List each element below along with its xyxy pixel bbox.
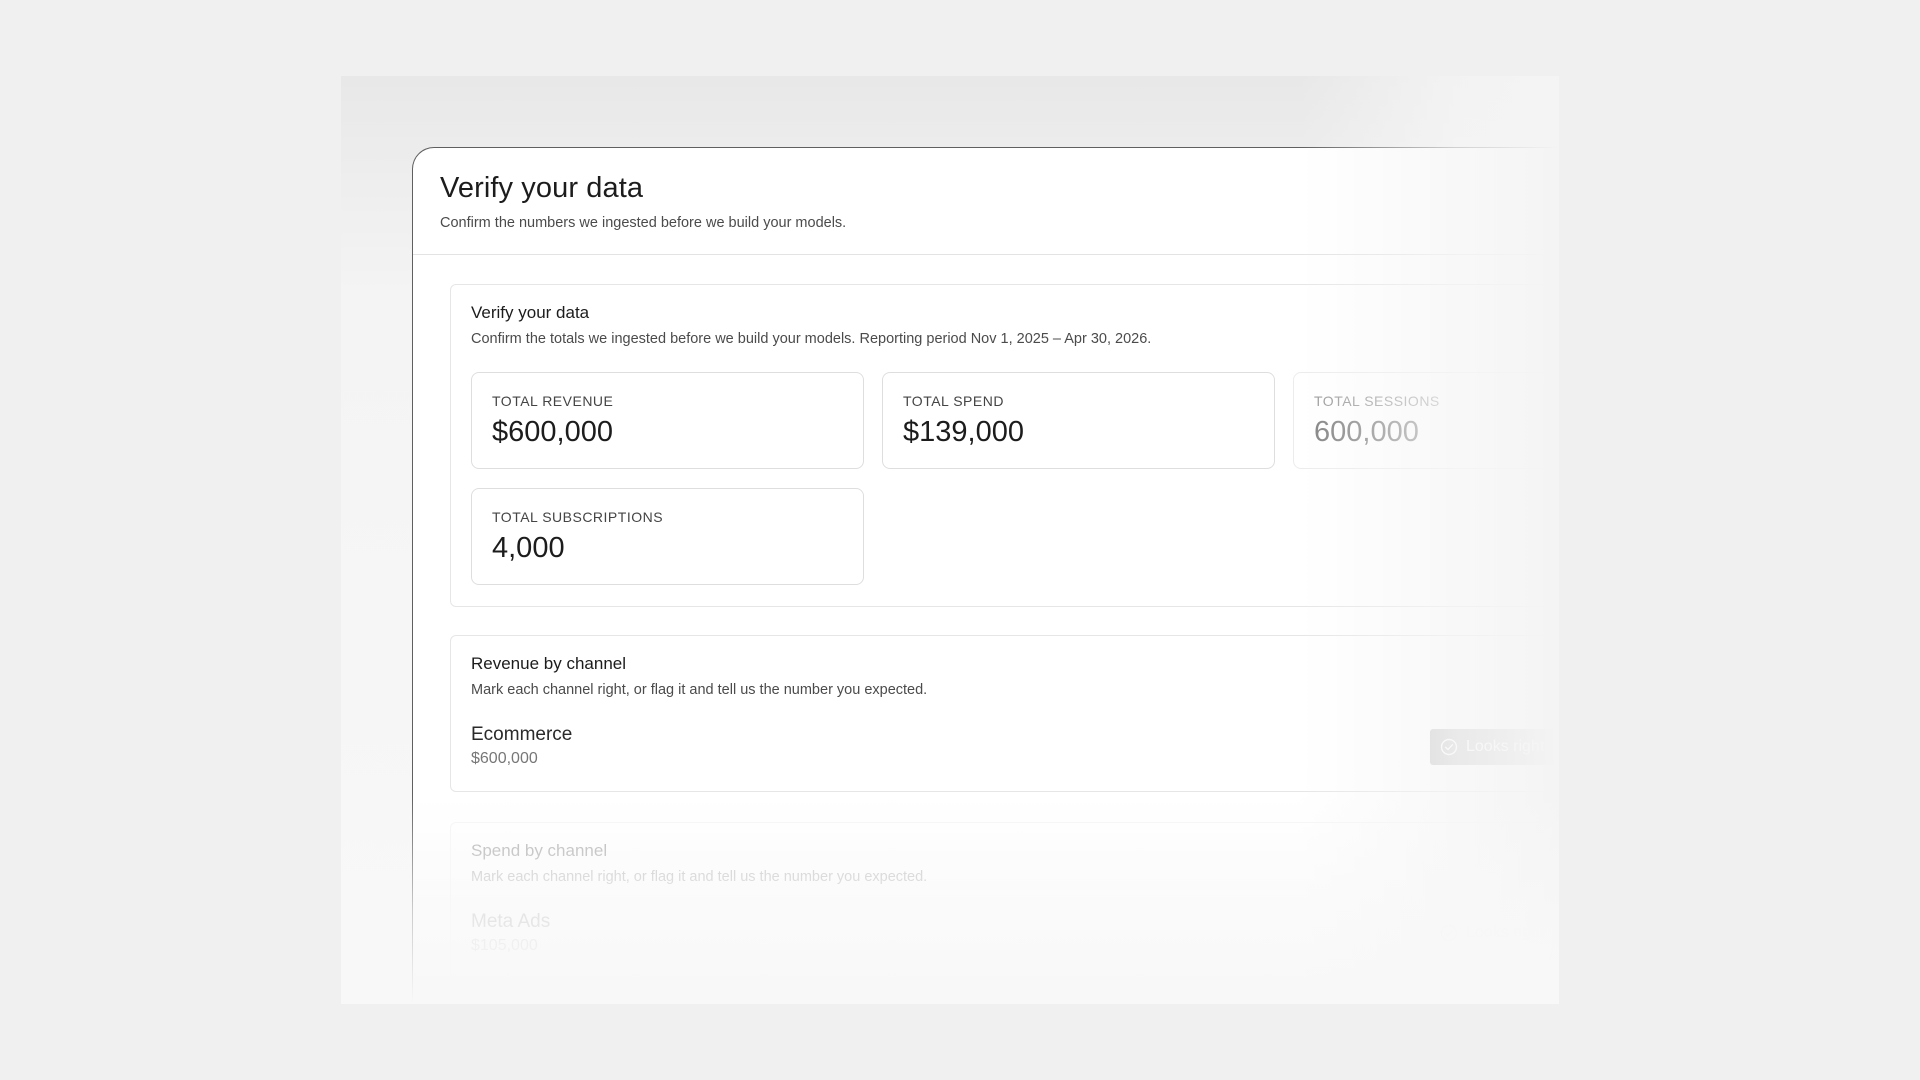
channel-name: Ecommerce xyxy=(471,724,573,745)
looks-right-button[interactable]: Looks right xyxy=(1430,729,1559,765)
channel-row: Ecommerce $600,000 xyxy=(471,724,572,768)
check-circle-icon xyxy=(1440,924,1458,942)
metric-label: TOTAL SUBSCRIPTIONS xyxy=(492,509,664,525)
channel-name: Meta Ads xyxy=(471,911,551,932)
metric-value: $139,000 xyxy=(903,416,1024,448)
app-window: Verify your data Confirm the numbers we … xyxy=(412,147,1559,1004)
page-header: Verify your data Confirm the numbers we … xyxy=(413,148,1559,255)
metric-value: 600,000 xyxy=(1314,416,1419,448)
channel-value: $600,000 xyxy=(471,750,538,767)
metric-total-subscriptions: TOTAL SUBSCRIPTIONS 4,000 xyxy=(471,488,864,585)
card-title: Spend by channel xyxy=(471,841,608,860)
card-title: Verify your data xyxy=(471,303,590,322)
channel-value: $105,000 xyxy=(471,937,538,954)
metric-total-revenue: TOTAL REVENUE $600,000 xyxy=(471,372,864,469)
metric-label: TOTAL SESSIONS xyxy=(1314,393,1440,409)
page-title: Verify your data xyxy=(440,172,644,204)
looks-right-label: Looks right xyxy=(1466,924,1545,941)
page-subtitle: Confirm the numbers we ingested before w… xyxy=(440,215,847,231)
metric-value: 4,000 xyxy=(492,532,565,564)
metric-label: TOTAL SPEND xyxy=(903,393,1004,409)
metric-total-spend: TOTAL SPEND $139,000 xyxy=(882,372,1275,469)
revenue-by-channel-card: Revenue by channel Mark each channel rig… xyxy=(450,635,1559,792)
metric-label: TOTAL REVENUE xyxy=(492,393,614,409)
card-title: Revenue by channel xyxy=(471,654,627,673)
verify-totals-card: Verify your data Confirm the totals we i… xyxy=(450,284,1559,607)
metric-total-sessions: TOTAL SESSIONS 600,000 xyxy=(1293,372,1559,469)
screenshot-stage: Verify your data Confirm the numbers we … xyxy=(341,76,1559,1004)
looks-right-button[interactable]: Looks right xyxy=(1430,918,1550,948)
check-circle-icon xyxy=(1440,738,1458,756)
card-subtitle: Confirm the totals we ingested before we… xyxy=(471,331,1152,347)
metric-value: $600,000 xyxy=(492,416,613,448)
card-subtitle: Mark each channel right, or flag it and … xyxy=(471,869,928,885)
spend-by-channel-card: Spend by channel Mark each channel right… xyxy=(450,822,1559,982)
looks-right-label: Looks right xyxy=(1466,738,1545,755)
channel-row: Meta Ads $105,000 xyxy=(471,911,550,955)
card-subtitle: Mark each channel right, or flag it and … xyxy=(471,682,928,698)
